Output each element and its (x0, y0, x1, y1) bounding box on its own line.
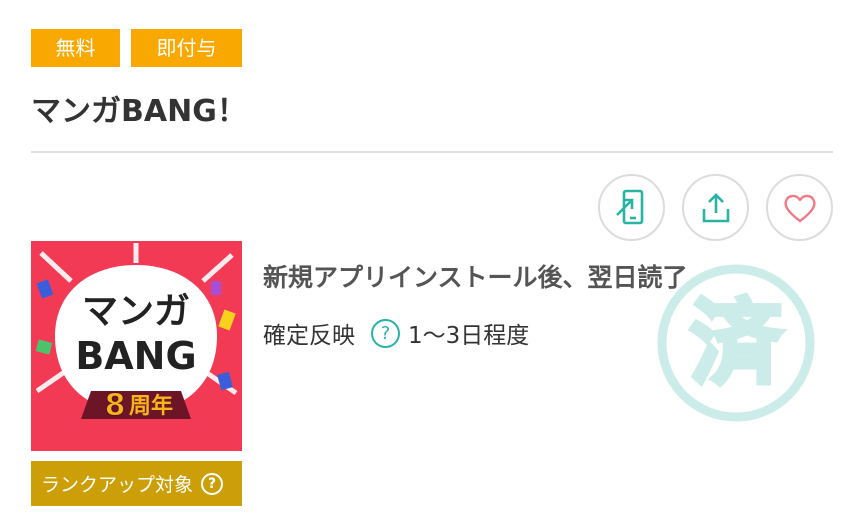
reflection-timing: 確定反映 ? 1〜3日程度 (263, 316, 529, 350)
timing-help-icon[interactable]: ? (371, 318, 400, 348)
tag-list: 無料 即付与 (31, 29, 242, 67)
heart-icon (783, 194, 816, 222)
favorite-button[interactable] (766, 174, 833, 241)
phone-send-icon (615, 189, 643, 224)
page-title: マンガBANG！ (31, 94, 247, 129)
rank-up-badge[interactable]: ランクアップ対象 ? (31, 461, 242, 506)
action-buttons (598, 174, 833, 241)
free-tag: 無料 (31, 29, 120, 67)
thumbnail-anniversary-text: 周年 (129, 393, 173, 419)
thumbnail-line2: BANG (75, 334, 196, 378)
thumbnail-anniversary-number: 8 (105, 388, 126, 423)
timing-label: 確定反映 (263, 323, 355, 349)
timing-value: 1〜3日程度 (408, 323, 530, 349)
divider (31, 151, 833, 153)
share-icon (702, 192, 729, 222)
rank-up-help-icon[interactable]: ? (201, 472, 224, 495)
stamp-text: 済 (690, 290, 783, 397)
send-to-phone-button[interactable] (598, 174, 665, 241)
share-button[interactable] (682, 174, 749, 241)
completed-stamp: 済 (656, 263, 816, 423)
instant-grant-tag: 即付与 (131, 29, 242, 67)
app-thumbnail: マンガ BANG 8 周年 (31, 241, 242, 451)
earning-condition: 新規アプリインストール後、翌日読了 (263, 263, 688, 292)
thumbnail-line1: マンガ (82, 291, 190, 332)
rank-up-label: ランクアップ対象 (41, 474, 194, 496)
